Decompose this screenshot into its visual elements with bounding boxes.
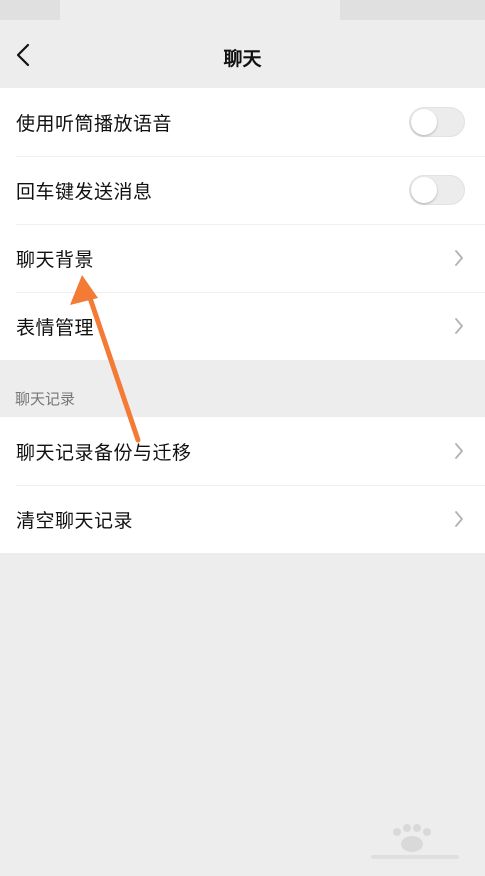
chat-settings-group: 使用听筒播放语音 回车键发送消息 聊天背景 表情管理 [0, 88, 485, 360]
enter-to-send-toggle[interactable] [409, 175, 465, 205]
setting-label: 表情管理 [16, 316, 95, 339]
setting-label: 清空聊天记录 [16, 509, 134, 532]
section-header-chat-history: 聊天记录 [15, 390, 76, 408]
chevron-right-icon [453, 316, 465, 336]
setting-label: 聊天背景 [16, 248, 95, 271]
baidu-paw-watermark [371, 824, 459, 859]
page-title: 聊天 [223, 48, 262, 70]
status-bar [0, 0, 485, 22]
blurred-status-left [0, 0, 60, 20]
toggle-knob [411, 109, 437, 135]
navigation-bar: 聊天 [0, 22, 485, 88]
setting-row-earpiece-voice[interactable]: 使用听筒播放语音 [0, 88, 485, 156]
wechat-chat-settings-screen: 聊天 使用听筒播放语音 回车键发送消息 聊天背景 表情管理 聊天记录 聊天记录备… [0, 0, 485, 876]
setting-row-sticker-management[interactable]: 表情管理 [0, 292, 485, 360]
chat-history-group: 聊天记录备份与迁移 清空聊天记录 [0, 417, 485, 553]
setting-label: 使用听筒播放语音 [16, 112, 173, 135]
chevron-right-icon [453, 248, 465, 268]
chevron-right-icon [453, 441, 465, 461]
setting-label: 聊天记录备份与迁移 [16, 441, 192, 464]
earpiece-voice-toggle[interactable] [409, 107, 465, 137]
chevron-right-icon [453, 509, 465, 529]
toggle-knob [411, 177, 437, 203]
setting-row-chat-background[interactable]: 聊天背景 [0, 224, 485, 292]
setting-row-clear-history[interactable]: 清空聊天记录 [0, 485, 485, 553]
blurred-status-right [340, 0, 485, 20]
setting-row-backup-migrate[interactable]: 聊天记录备份与迁移 [0, 417, 485, 485]
setting-label: 回车键发送消息 [16, 180, 153, 203]
setting-row-enter-to-send[interactable]: 回车键发送消息 [0, 156, 485, 224]
